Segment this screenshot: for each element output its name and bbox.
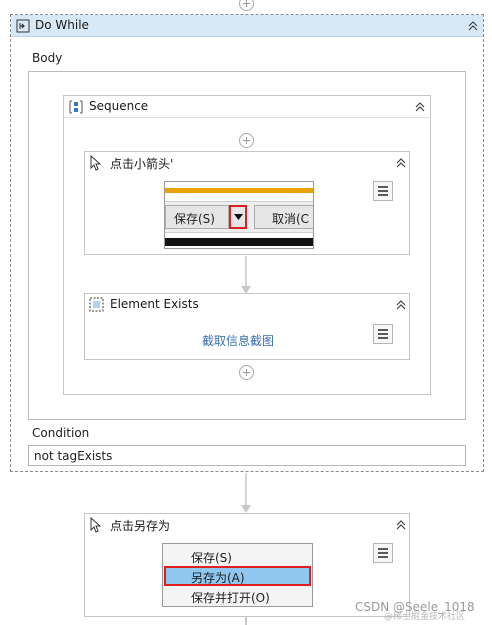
thumb-save-button: 保存(S) [165,205,229,229]
body-label: Body [32,51,63,65]
condition-input[interactable]: not tagExists [28,445,466,466]
loop-icon [16,19,30,33]
saveas-menu-screenshot: 保存(S) 另存为(A) 保存并打开(O) [162,543,313,607]
pointer-icon [90,155,102,171]
do-while-title: Do While [35,18,89,32]
sequence-title: Sequence [89,99,149,113]
sequence-header[interactable]: Sequence [64,96,430,118]
connector-arrow [241,256,251,294]
menu-item-saveas: 另存为(A) [164,566,311,586]
connector-arrow [241,473,251,513]
element-exists-icon [89,297,104,312]
do-while-header[interactable]: Do While [11,15,483,37]
sequence-icon [69,100,83,114]
thumb-bottom-bar [165,238,313,246]
collapse-icon[interactable] [466,20,480,32]
menu-item-save: 保存(S) [164,546,311,565]
thumb-cancel-label: 取消(C [272,212,310,226]
menu-item-label: 保存并打开(O) [191,591,270,605]
click-arrow-activity[interactable]: 点击小箭头' 保存(S) 取消(C [84,151,410,255]
thumb-cancel-button: 取消(C [254,205,313,229]
toolbar-strip [165,193,313,201]
thumb-save-label: 保存(S) [174,212,215,226]
menu-item-save-open: 保存并打开(O) [164,586,311,605]
element-exists-activity[interactable]: Element Exists 截取信息截图 [84,293,410,360]
add-activity-icon[interactable] [239,365,254,380]
condition-label: Condition [32,426,90,440]
click-saveas-title: 点击另存为 [110,519,171,533]
collapse-icon[interactable] [394,519,408,531]
menu-icon[interactable] [373,324,393,344]
connector-stub [245,617,247,625]
element-exists-link[interactable]: 截取信息截图 [202,332,274,349]
target-screenshot: 保存(S) 取消(C [164,181,314,249]
add-activity-icon[interactable] [239,133,254,148]
pointer-icon [90,517,102,533]
element-exists-header[interactable]: Element Exists [85,294,409,316]
menu-item-label: 另存为(A) [191,571,245,585]
click-arrow-header[interactable]: 点击小箭头' [85,152,409,174]
condition-value: not tagExists [34,449,113,463]
menu-icon[interactable] [373,543,393,563]
menu-icon[interactable] [373,181,393,201]
menu-item-label: 保存(S) [191,551,232,565]
collapse-icon[interactable] [394,157,408,169]
element-exists-title: Element Exists [110,297,199,311]
click-saveas-header[interactable]: 点击另存为 [85,514,409,536]
watermark-sub: @稀土掘金技术社区 [384,612,466,622]
click-arrow-title: 点击小箭头' [110,157,174,171]
dropdown-arrow-icon [234,214,243,220]
collapse-icon[interactable] [413,101,427,113]
add-activity-top-icon[interactable] [239,0,254,11]
thumb-dropdown-button [229,205,247,229]
collapse-icon[interactable] [394,299,408,311]
